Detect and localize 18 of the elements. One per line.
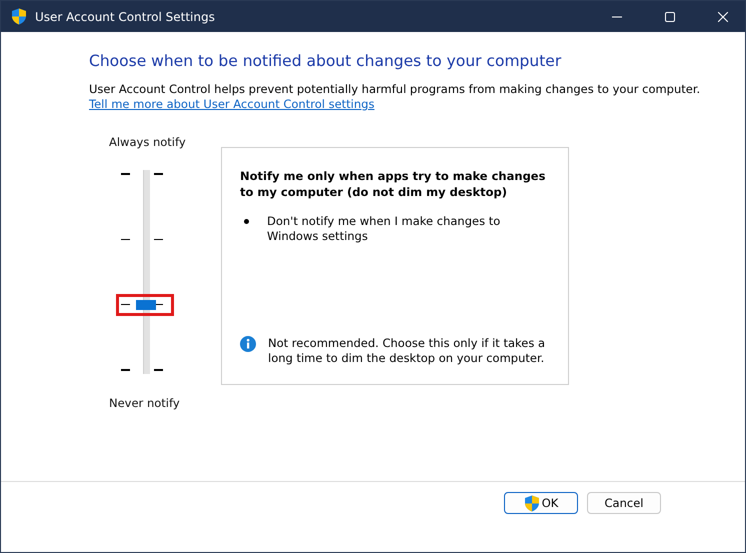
bullet-icon	[244, 219, 249, 224]
info-icon	[240, 336, 256, 352]
slider-thumb[interactable]	[136, 300, 156, 310]
cancel-button[interactable]: Cancel	[587, 492, 661, 514]
close-icon	[718, 12, 728, 22]
bullet-text: Don't notify me when I make changes to Windows settings	[267, 214, 502, 244]
note-text: Not recommended. Choose this only if it takes a long time to dim the desktop on your computer.	[268, 336, 546, 366]
ok-button[interactable]: OK	[504, 492, 578, 514]
learn-more-link[interactable]: Tell me more about User Account Control settings	[89, 97, 374, 111]
panel-title: Notify me only when apps try to make changes to my computer (do not dim my desktop)	[240, 168, 546, 200]
slider-top-label: Always notify	[109, 135, 187, 149]
description-text: User Account Control helps prevent potentially harmful programs from making changes to your computer.	[89, 82, 702, 96]
slider-bottom-label: Never notify	[109, 396, 181, 410]
heading: Choose when to be notified about changes to your computer	[89, 52, 562, 70]
window-title: User Account Control Settings	[35, 10, 216, 24]
maximize-icon	[664, 12, 674, 22]
shield-icon	[11, 8, 27, 25]
shield-icon	[524, 494, 540, 512]
